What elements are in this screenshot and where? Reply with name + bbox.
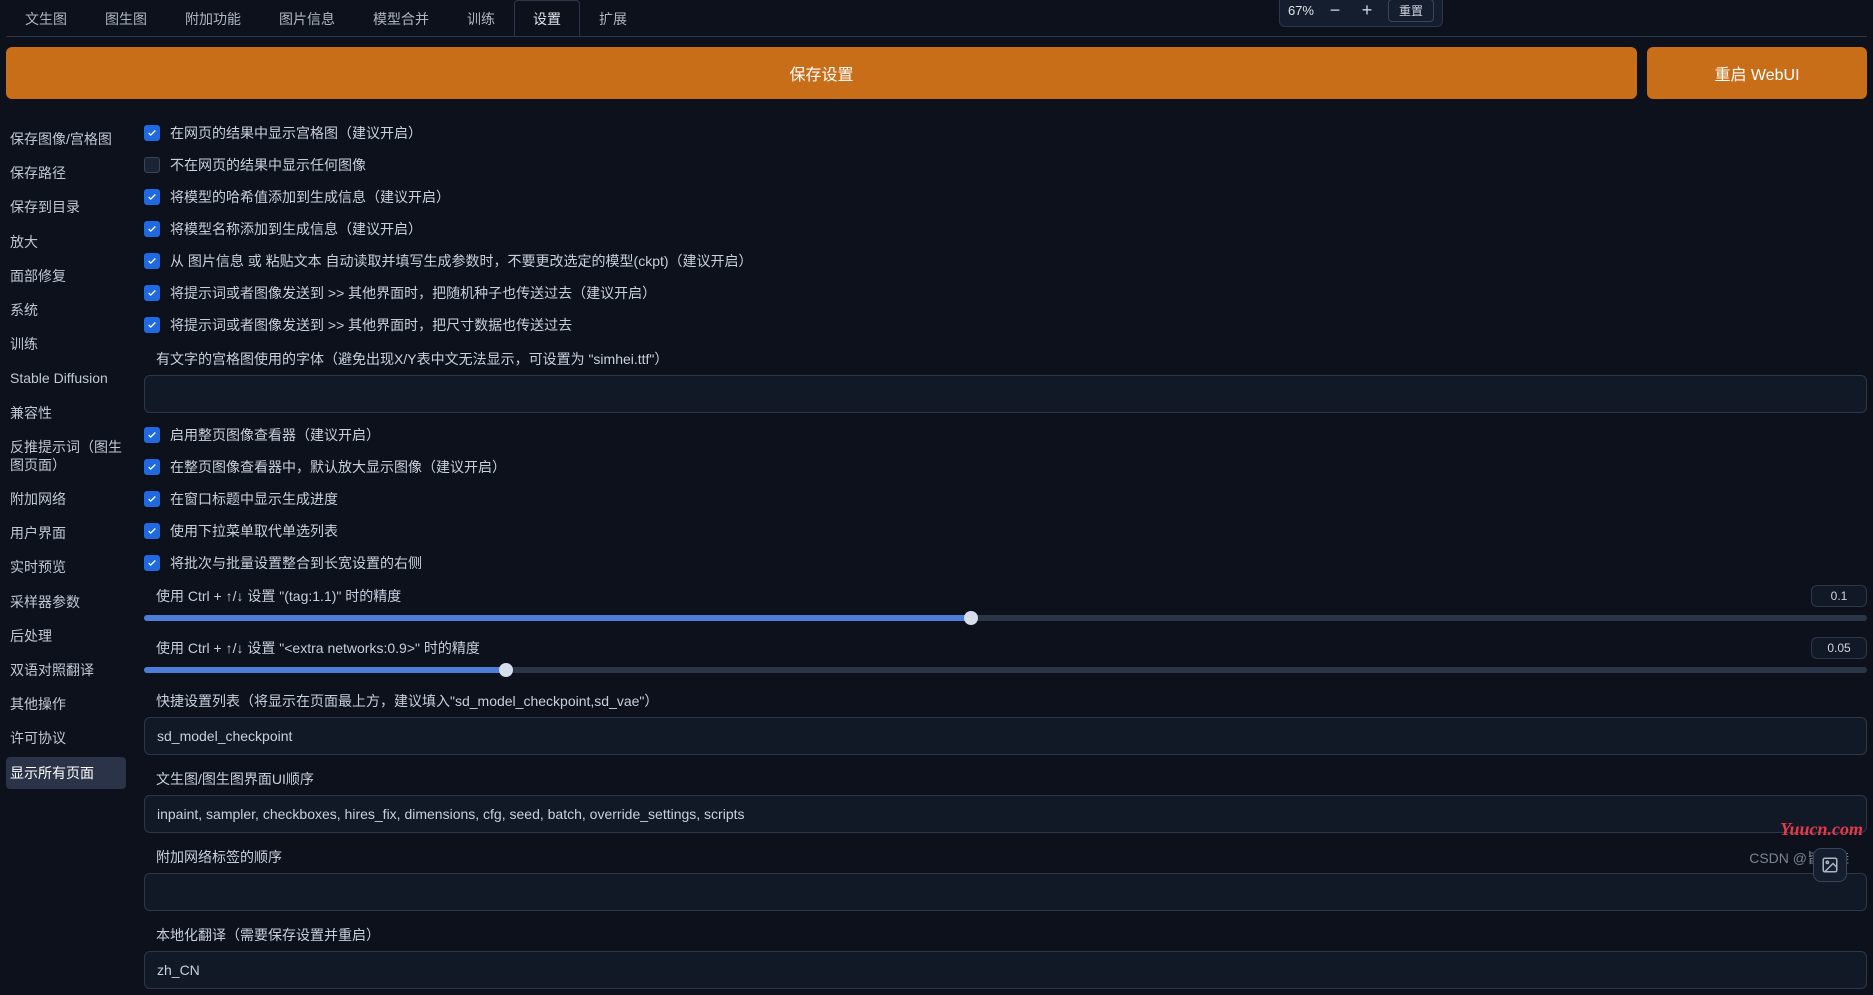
option-row: 将提示词或者图像发送到 >> 其他界面时，把尺寸数据也传送过去 — [144, 309, 1867, 341]
checkbox[interactable] — [144, 125, 160, 141]
zoom-reset-button[interactable]: 重置 — [1388, 0, 1434, 22]
option-row: 在窗口标题中显示生成进度 — [144, 483, 1867, 515]
checkbox[interactable] — [144, 285, 160, 301]
sidebar-item-16[interactable]: 其他操作 — [6, 688, 126, 720]
checkbox[interactable] — [144, 427, 160, 443]
checkbox[interactable] — [144, 221, 160, 237]
sidebar-item-2[interactable]: 保存到目录 — [6, 191, 126, 223]
sidebar-item-13[interactable]: 采样器参数 — [6, 586, 126, 618]
option-label: 将提示词或者图像发送到 >> 其他界面时，把随机种子也传送过去（建议开启） — [170, 283, 656, 303]
option-label: 在整页图像查看器中，默认放大显示图像（建议开启） — [170, 457, 506, 477]
slider-extra-precision-value[interactable]: 0.05 — [1811, 637, 1867, 659]
sidebar-item-8[interactable]: 兼容性 — [6, 397, 126, 429]
option-label: 将模型名称添加到生成信息（建议开启） — [170, 219, 422, 239]
checkbox[interactable] — [144, 459, 160, 475]
main-tabs: 文生图图生图附加功能图片信息模型合并训练设置扩展 — [6, 0, 1867, 37]
option-row: 从 图片信息 或 粘贴文本 自动读取并填写生成参数时，不要更改选定的模型(ckp… — [144, 245, 1867, 277]
sidebar-item-12[interactable]: 实时预览 — [6, 551, 126, 583]
zoom-percent: 67% — [1288, 3, 1314, 18]
ui-order-input[interactable] — [144, 795, 1867, 833]
sidebar-item-10[interactable]: 附加网络 — [6, 483, 126, 515]
option-label: 使用下拉菜单取代单选列表 — [170, 521, 338, 541]
main-tab-0[interactable]: 文生图 — [6, 0, 86, 37]
main-tab-6[interactable]: 设置 — [514, 0, 580, 37]
option-row: 在网页的结果中显示宫格图（建议开启） — [144, 117, 1867, 149]
main-tab-7[interactable]: 扩展 — [580, 0, 646, 37]
localization-input[interactable] — [144, 951, 1867, 989]
checkbox[interactable] — [144, 253, 160, 269]
checkbox[interactable] — [144, 157, 160, 173]
sidebar-item-3[interactable]: 放大 — [6, 226, 126, 258]
extra-tabs-label: 附加网络标签的顺序 — [144, 839, 1867, 873]
float-image-button[interactable] — [1813, 848, 1847, 882]
extra-tabs-input[interactable] — [144, 873, 1867, 911]
main-tab-5[interactable]: 训练 — [448, 0, 514, 37]
grid-font-input[interactable] — [144, 375, 1867, 413]
option-row: 不在网页的结果中显示任何图像 — [144, 149, 1867, 181]
option-label: 将模型的哈希值添加到生成信息（建议开启） — [170, 187, 450, 207]
sidebar-item-11[interactable]: 用户界面 — [6, 517, 126, 549]
main-tab-3[interactable]: 图片信息 — [260, 0, 354, 37]
checkbox[interactable] — [144, 317, 160, 333]
sidebar-item-1[interactable]: 保存路径 — [6, 157, 126, 189]
zoom-in-button[interactable]: + — [1356, 0, 1378, 21]
option-row: 将模型的哈希值添加到生成信息（建议开启） — [144, 181, 1867, 213]
option-label: 将提示词或者图像发送到 >> 其他界面时，把尺寸数据也传送过去 — [170, 315, 572, 335]
sidebar-item-7[interactable]: Stable Diffusion — [6, 362, 126, 394]
slider-tag-precision[interactable] — [144, 615, 1867, 621]
slider-extra-precision[interactable] — [144, 667, 1867, 673]
checkbox[interactable] — [144, 189, 160, 205]
settings-content: 在网页的结果中显示宫格图（建议开启） 不在网页的结果中显示任何图像将模型的哈希值添… — [126, 117, 1867, 995]
main-tab-1[interactable]: 图生图 — [86, 0, 166, 37]
settings-sidebar: 保存图像/宫格图保存路径保存到目录放大面部修复系统训练Stable Diffus… — [6, 117, 126, 995]
quicksettings-label: 快捷设置列表（将显示在页面最上方，建议填入"sd_model_checkpoin… — [144, 683, 1867, 717]
option-label: 从 图片信息 或 粘贴文本 自动读取并填写生成参数时，不要更改选定的模型(ckp… — [170, 251, 753, 271]
quicksettings-input[interactable] — [144, 717, 1867, 755]
save-settings-button[interactable]: 保存设置 — [6, 47, 1637, 99]
option-row: 使用下拉菜单取代单选列表 — [144, 515, 1867, 547]
sidebar-item-5[interactable]: 系统 — [6, 294, 126, 326]
option-label: 在窗口标题中显示生成进度 — [170, 489, 338, 509]
option-row: 将提示词或者图像发送到 >> 其他界面时，把随机种子也传送过去（建议开启） — [144, 277, 1867, 309]
grid-font-label: 有文字的宫格图使用的字体（避免出现X/Y表中文无法显示，可设置为 "simhei… — [144, 341, 1867, 375]
sidebar-item-4[interactable]: 面部修复 — [6, 260, 126, 292]
slider-extra-precision-label: 使用 Ctrl + ↑/↓ 设置 "<extra networks:0.9>" … — [156, 638, 480, 658]
image-icon — [1821, 856, 1839, 874]
localization-label: 本地化翻译（需要保存设置并重启） — [144, 917, 1867, 951]
checkbox[interactable] — [144, 555, 160, 571]
sidebar-item-14[interactable]: 后处理 — [6, 620, 126, 652]
sidebar-item-6[interactable]: 训练 — [6, 328, 126, 360]
main-tab-2[interactable]: 附加功能 — [166, 0, 260, 37]
zoom-out-button[interactable]: − — [1324, 0, 1346, 21]
option-label: 在网页的结果中显示宫格图（建议开启） — [170, 123, 422, 143]
slider-tag-precision-value[interactable]: 0.1 — [1811, 585, 1867, 607]
slider-tag-precision-label: 使用 Ctrl + ↑/↓ 设置 "(tag:1.1)" 时的精度 — [156, 586, 401, 606]
zoom-panel: 67% − + 重置 — [1279, 0, 1443, 27]
main-tab-4[interactable]: 模型合并 — [354, 0, 448, 37]
option-label: 启用整页图像查看器（建议开启） — [170, 425, 380, 445]
option-label: 将批次与批量设置整合到长宽设置的右侧 — [170, 553, 422, 573]
sidebar-item-18[interactable]: 显示所有页面 — [6, 757, 126, 789]
sidebar-item-0[interactable]: 保存图像/宫格图 — [6, 123, 126, 155]
sidebar-item-17[interactable]: 许可协议 — [6, 722, 126, 754]
option-row: 将模型名称添加到生成信息（建议开启） — [144, 213, 1867, 245]
option-row: 启用整页图像查看器（建议开启） — [144, 419, 1867, 451]
option-row: 将批次与批量设置整合到长宽设置的右侧 — [144, 547, 1867, 579]
sidebar-item-15[interactable]: 双语对照翻译 — [6, 654, 126, 686]
restart-webui-button[interactable]: 重启 WebUI — [1647, 47, 1867, 99]
option-label: 不在网页的结果中显示任何图像 — [170, 155, 366, 175]
ui-order-label: 文生图/图生图界面UI顺序 — [144, 761, 1867, 795]
sidebar-item-9[interactable]: 反推提示词（图生图页面） — [6, 431, 126, 481]
checkbox[interactable] — [144, 523, 160, 539]
option-row: 在整页图像查看器中，默认放大显示图像（建议开启） — [144, 451, 1867, 483]
checkbox[interactable] — [144, 491, 160, 507]
